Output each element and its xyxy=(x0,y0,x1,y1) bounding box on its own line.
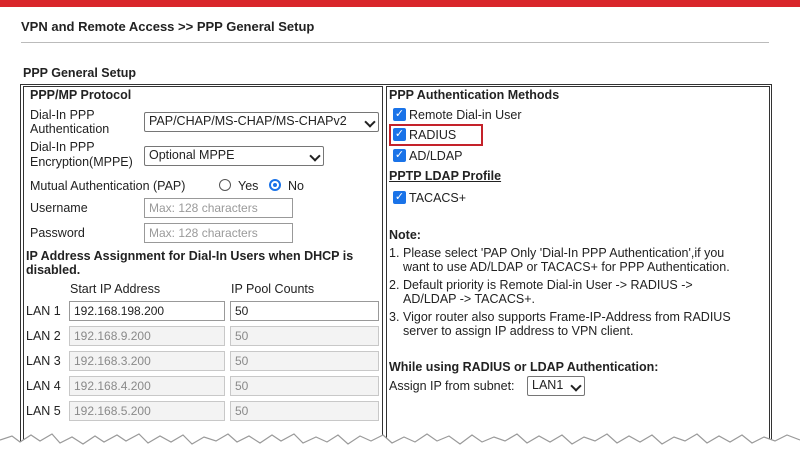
mutual-auth-yes-label: Yes xyxy=(238,179,259,193)
username-input[interactable]: Max: 128 characters xyxy=(144,198,293,218)
assign-subnet-select[interactable]: LAN1 xyxy=(527,376,585,396)
note-number: 2. xyxy=(389,278,400,292)
pool-count-column-header: IP Pool Counts xyxy=(231,282,315,296)
note-line: server to assign IP address to VPN clien… xyxy=(403,324,634,338)
ip-assign-heading-2: disabled. xyxy=(26,263,81,277)
mutual-auth-no-radio[interactable] xyxy=(269,179,281,191)
note-item: 3. Vigor router also supports Frame-IP-A… xyxy=(389,310,759,338)
breadcrumb-divider xyxy=(21,42,769,43)
note-number: 1. xyxy=(389,246,400,260)
radius-ldap-heading: While using RADIUS or LDAP Authenticatio… xyxy=(389,360,659,374)
note-line: Please select 'PAP Only 'Dial-In PPP Aut… xyxy=(403,246,725,260)
username-label: Username xyxy=(30,201,88,215)
dialin-auth-select[interactable]: PAP/CHAP/MS-CHAP/MS-CHAPv2 xyxy=(144,112,379,132)
section-title: PPP General Setup xyxy=(23,66,137,80)
note-item: 2. Default priority is Remote Dial-in Us… xyxy=(389,278,759,306)
adldap-checkbox[interactable]: ✓ xyxy=(393,149,406,162)
pool-count-input[interactable]: 50 xyxy=(230,376,379,396)
pool-count-input[interactable]: 50 xyxy=(230,301,379,321)
pptp-ldap-profile-link[interactable]: PPTP LDAP Profile xyxy=(389,169,501,183)
torn-edge-decoration xyxy=(0,433,800,456)
chevron-down-icon xyxy=(570,380,582,392)
lan-row-label: LAN 2 xyxy=(26,329,61,343)
pool-count-input[interactable]: 50 xyxy=(230,326,379,346)
radius-checkbox[interactable]: ✓ xyxy=(393,128,406,141)
lan-row-label: LAN 1 xyxy=(26,304,61,318)
brand-top-bar xyxy=(0,0,800,7)
start-ip-input[interactable]: 192.168.4.200 xyxy=(69,376,225,396)
note-line: AD/LDAP -> TACACS+. xyxy=(403,292,535,306)
note-item: 1. Please select 'PAP Only 'Dial-In PPP … xyxy=(389,246,759,274)
mutual-auth-yes-radio[interactable] xyxy=(219,179,231,191)
auth-label-line2: Authentication xyxy=(30,122,110,136)
adldap-label: AD/LDAP xyxy=(409,149,463,163)
dialin-auth-value: PAP/CHAP/MS-CHAP/MS-CHAPv2 xyxy=(149,114,347,128)
note-number: 3. xyxy=(389,310,400,324)
chevron-down-icon xyxy=(309,150,321,162)
start-ip-input[interactable]: 192.168.9.200 xyxy=(69,326,225,346)
auth-methods-heading: PPP Authentication Methods xyxy=(389,88,560,102)
auth-label-line1: Dial-In PPP xyxy=(30,108,95,122)
mppe-value: Optional MPPE xyxy=(149,148,235,162)
enc-label-line1: Dial-In PPP xyxy=(30,140,95,154)
ip-assign-heading-1: IP Address Assignment for Dial-In Users … xyxy=(26,249,354,263)
assign-subnet-value: LAN1 xyxy=(532,378,564,392)
mppe-select[interactable]: Optional MPPE xyxy=(144,146,324,166)
mutual-auth-no-label: No xyxy=(288,179,304,193)
chevron-down-icon xyxy=(364,116,376,128)
breadcrumb: VPN and Remote Access >> PPP General Set… xyxy=(21,19,315,34)
lan-row-label: LAN 5 xyxy=(26,404,61,418)
remote-dialin-checkbox[interactable]: ✓ xyxy=(393,108,406,121)
note-line: want to use AD/LDAP or TACACS+ for PPP A… xyxy=(403,260,730,274)
password-label: Password xyxy=(30,226,85,240)
remote-dialin-label: Remote Dial-in User xyxy=(409,108,522,122)
start-ip-input[interactable]: 192.168.198.200 xyxy=(69,301,225,321)
radius-label: RADIUS xyxy=(409,128,457,142)
note-line: Vigor router also supports Frame-IP-Addr… xyxy=(403,310,731,324)
start-ip-column-header: Start IP Address xyxy=(70,282,161,296)
tacacs-checkbox[interactable]: ✓ xyxy=(393,191,406,204)
lan-row-label: LAN 4 xyxy=(26,379,61,393)
ppp-protocol-heading: PPP/MP Protocol xyxy=(30,88,132,102)
pool-count-input[interactable]: 50 xyxy=(230,351,379,371)
note-title: Note: xyxy=(389,228,421,242)
start-ip-input[interactable]: 192.168.3.200 xyxy=(69,351,225,371)
lan-row-label: LAN 3 xyxy=(26,354,61,368)
assign-subnet-label: Assign IP from subnet: xyxy=(389,379,515,393)
tacacs-label: TACACS+ xyxy=(409,191,467,205)
note-line: Default priority is Remote Dial-in User … xyxy=(403,278,693,292)
mutual-auth-label: Mutual Authentication (PAP) xyxy=(30,179,186,193)
password-input[interactable]: Max: 128 characters xyxy=(144,223,293,243)
enc-label-line2: Encryption(MPPE) xyxy=(30,155,133,169)
